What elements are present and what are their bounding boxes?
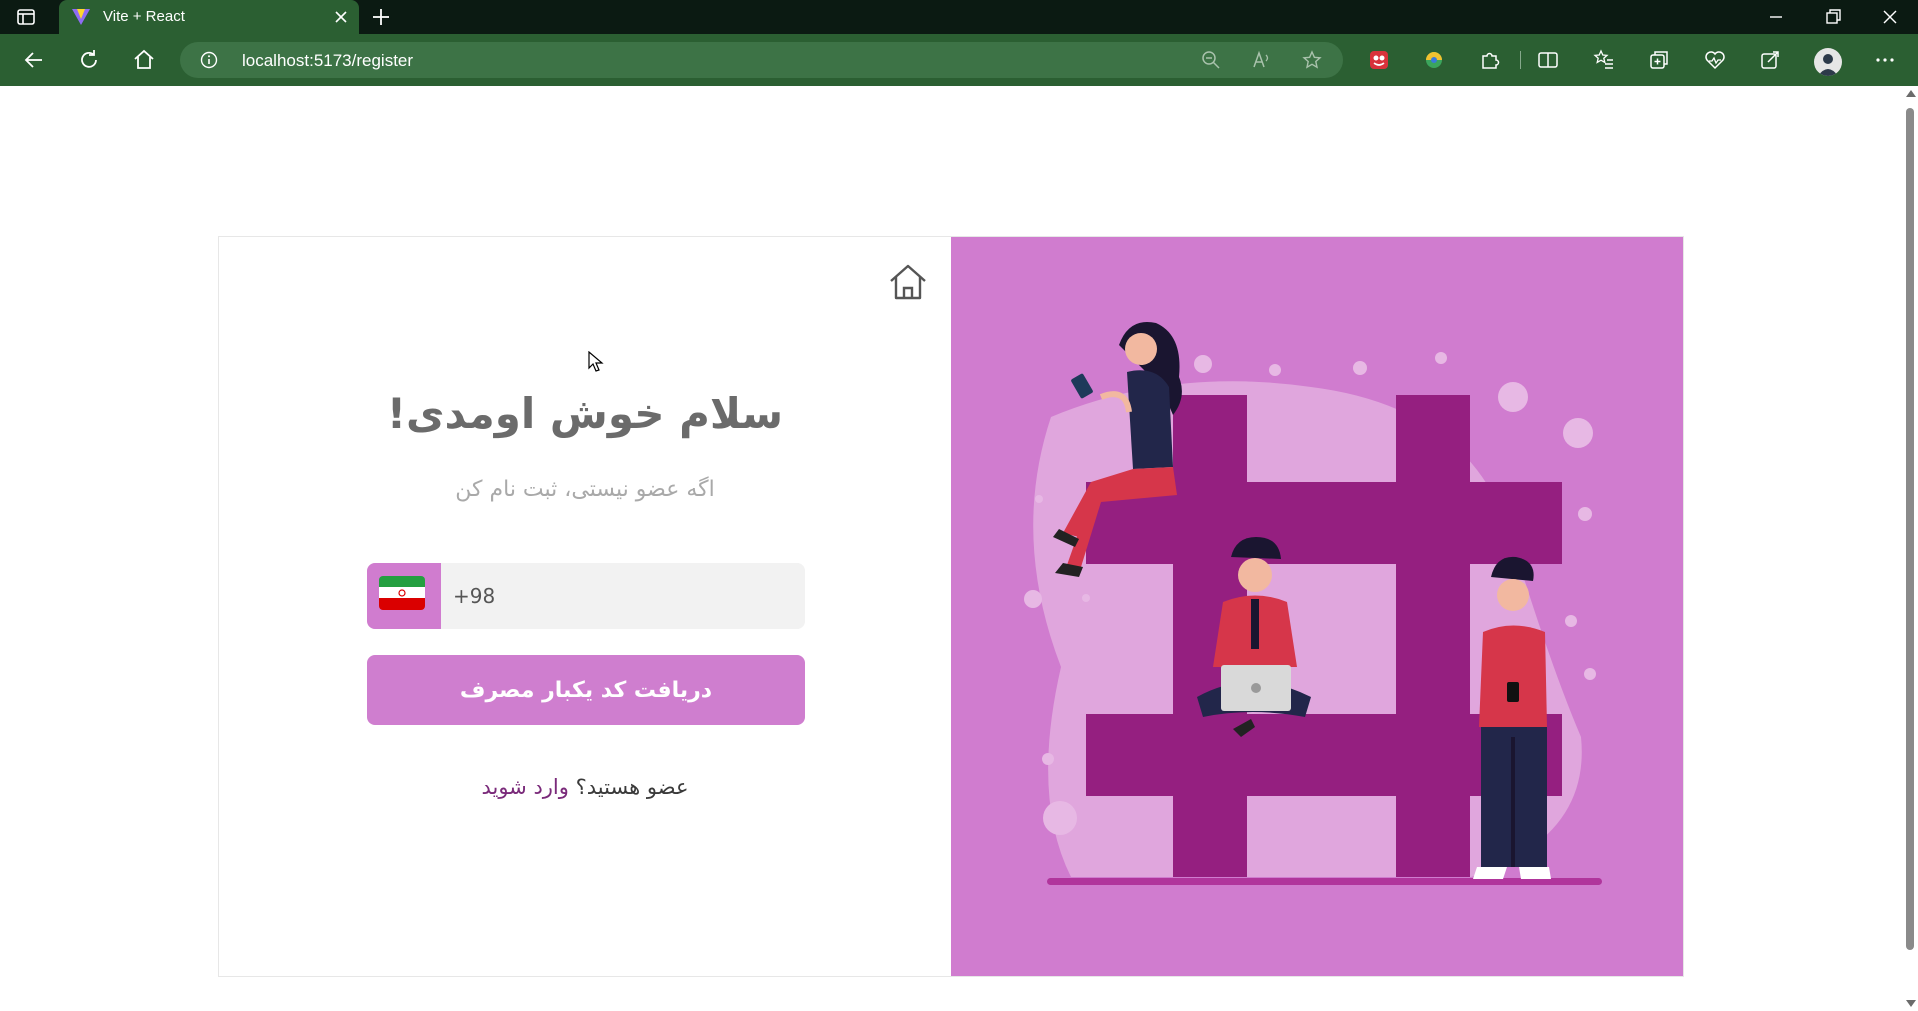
phone-field (367, 563, 805, 629)
restore-icon[interactable] (1822, 6, 1844, 28)
zoom-out-icon[interactable] (1201, 50, 1221, 70)
browser-tab-bar: Vite + React (0, 0, 1918, 34)
login-link[interactable]: وارد شوید (481, 775, 568, 799)
page-scrollbar[interactable] (1902, 86, 1918, 1011)
tab-actions-icon[interactable] (16, 7, 36, 27)
register-subtitle: اگه عضو نیستی، ثبت نام کن (455, 477, 715, 502)
active-tab[interactable]: Vite + React (59, 0, 359, 34)
favorites-list-icon[interactable] (1593, 49, 1615, 71)
collections-icon[interactable] (1648, 49, 1670, 71)
login-prompt: عضو هستید؟ وارد شوید (219, 775, 951, 799)
url-text: localhost:5173/register (242, 51, 414, 70)
iran-flag-icon (379, 576, 425, 610)
close-window-icon[interactable] (1879, 6, 1901, 28)
toolbar-divider (1520, 51, 1521, 69)
close-tab-icon[interactable] (333, 9, 349, 25)
site-info-icon[interactable] (200, 51, 218, 69)
browser-toolbar: localhost:5173/register (0, 34, 1918, 86)
favorite-star-icon[interactable] (1302, 50, 1322, 70)
extensions-puzzle-icon[interactable] (1479, 49, 1501, 71)
address-bar[interactable]: localhost:5173/register (180, 42, 1343, 78)
home-icon[interactable] (132, 48, 156, 72)
extension-colorful-icon[interactable] (1423, 49, 1445, 71)
minimize-icon[interactable] (1765, 6, 1787, 28)
tab-title: Vite + React (103, 8, 185, 25)
phone-number-input[interactable] (441, 563, 805, 629)
illustration-panel (951, 237, 1683, 976)
split-screen-icon[interactable] (1537, 49, 1559, 71)
mouse-cursor-icon (588, 351, 604, 372)
vite-logo-icon (72, 9, 90, 25)
extension-red-icon[interactable] (1368, 49, 1390, 71)
register-card: سلام خوش اومدی! اگه عضو نیستی، ثبت نام ک… (218, 236, 1684, 977)
back-arrow-icon[interactable] (22, 48, 46, 72)
new-tab-icon[interactable] (370, 6, 392, 28)
refresh-icon[interactable] (77, 48, 101, 72)
scroll-thumb[interactable] (1906, 108, 1914, 950)
browser-essentials-icon[interactable] (1759, 49, 1781, 71)
profile-avatar[interactable] (1814, 48, 1842, 76)
profile-avatar-icon (1818, 54, 1838, 76)
get-otp-button[interactable]: دریافت کد یکبار مصرف (367, 655, 805, 725)
country-selector[interactable] (367, 563, 441, 629)
scroll-up-arrow-icon[interactable] (1906, 90, 1916, 97)
home-link-icon[interactable] (887, 261, 929, 303)
welcome-title: سلام خوش اومدی! (386, 389, 784, 438)
performance-heart-icon[interactable] (1704, 49, 1726, 71)
more-menu-icon[interactable] (1874, 49, 1896, 71)
register-form-panel: سلام خوش اومدی! اگه عضو نیستی، ثبت نام ک… (219, 237, 951, 976)
hashtag-people-illustration (1024, 321, 1602, 885)
login-prompt-text: عضو هستید؟ (575, 775, 689, 799)
read-aloud-icon[interactable] (1252, 50, 1272, 70)
scroll-down-arrow-icon[interactable] (1906, 1000, 1916, 1007)
